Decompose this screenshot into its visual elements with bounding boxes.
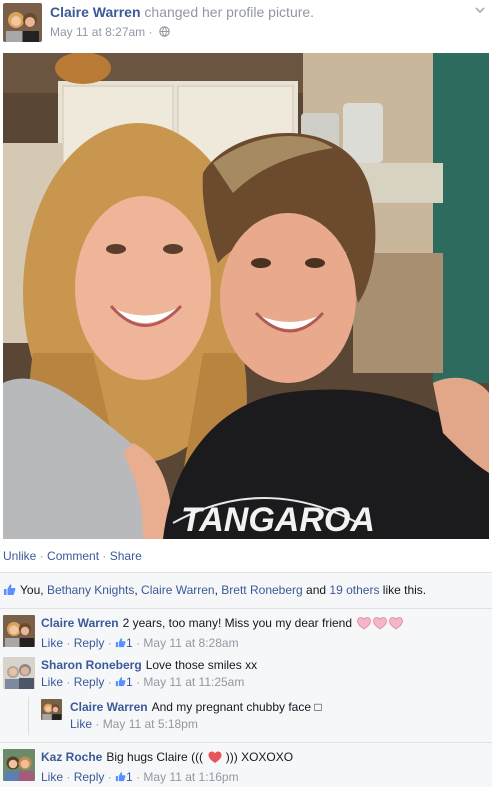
commenter-avatar[interactable] (3, 615, 35, 647)
likes-others-link[interactable]: 19 others (329, 583, 379, 597)
reply-thread-line (28, 697, 29, 735)
likes-suffix: like this. (382, 583, 427, 597)
comment-time[interactable]: May 11 at 8:28am (143, 636, 238, 650)
commenter-avatar[interactable] (3, 749, 35, 781)
comment-time[interactable]: May 11 at 5:18pm (103, 717, 198, 731)
heart-icon (208, 751, 222, 769)
commenter-name[interactable]: Claire Warren (41, 616, 119, 630)
comment-like-link[interactable]: Like (41, 636, 63, 650)
thumbs-up-icon (115, 772, 126, 782)
profile-photo[interactable]: TANGAROA (3, 53, 489, 539)
comment-like-link[interactable]: Like (41, 675, 63, 689)
thumbs-up-icon (115, 638, 126, 648)
thumbs-up-icon (3, 583, 16, 599)
comment-meta: Like · May 11 at 5:18pm (70, 717, 198, 731)
divider (0, 742, 492, 743)
comment-time[interactable]: May 11 at 11:25am (143, 675, 244, 689)
author-name[interactable]: Claire Warren (50, 4, 141, 20)
chevron-down-icon[interactable] (474, 4, 486, 16)
facebook-post: Claire Warren changed her profile pictur… (0, 0, 492, 787)
feedback-area: You, Bethany Knights, Claire Warren, Bre… (0, 572, 492, 787)
likes-you: You, (20, 583, 44, 597)
comment-meta: Like · Reply · 1 · May 11 at 1:16pm (41, 770, 239, 784)
globe-icon[interactable] (159, 26, 170, 40)
commenter-name[interactable]: Claire Warren (70, 700, 148, 714)
comment-like-link[interactable]: Like (41, 770, 63, 784)
post-actions: Unlike · Comment · Share (3, 549, 142, 563)
author-avatar[interactable] (3, 3, 42, 42)
comment-meta: Like · Reply · 1 · May 11 at 8:28am (41, 636, 239, 650)
comment-meta: Like · Reply · 1 · May 11 at 11:25am (41, 675, 245, 689)
liker-bethany-knights[interactable]: Bethany Knights (47, 583, 134, 597)
comment-like-count[interactable]: 1 (115, 636, 133, 650)
comment-text: 2 years, too many! Miss you my dear frie… (122, 616, 353, 630)
likes-and: and (306, 583, 327, 597)
comment-like-link[interactable]: Like (70, 717, 92, 731)
comment-text-start: Big hugs Claire ((( (106, 750, 204, 764)
divider (0, 608, 492, 609)
commenter-avatar[interactable] (41, 699, 62, 720)
post-meta: May 11 at 8:27am · (50, 25, 170, 40)
comment-link[interactable]: Comment (47, 549, 99, 563)
comment-like-count[interactable]: 1 (115, 675, 133, 689)
comment-reply-link[interactable]: Reply (74, 636, 105, 650)
post-action-text: changed her profile picture. (144, 4, 315, 20)
comment-time[interactable]: May 11 at 1:16pm (143, 770, 238, 784)
comment-text: Love those smiles xx (145, 658, 258, 672)
unlike-link[interactable]: Unlike (3, 549, 36, 563)
liker-claire-warren[interactable]: Claire Warren (141, 583, 215, 597)
likes-summary: You, Bethany Knights, Claire Warren, Bre… (3, 583, 426, 599)
commenter-name[interactable]: Kaz Roche (41, 750, 102, 764)
post-title-line: Claire Warren changed her profile pictur… (50, 4, 314, 20)
heart-icon (357, 617, 372, 635)
heart-icon (389, 617, 404, 635)
comment-reply-link[interactable]: Reply (74, 770, 105, 784)
heart-icon (373, 617, 388, 635)
thumbs-up-icon (115, 677, 126, 687)
post-header: Claire Warren changed her profile pictur… (0, 0, 492, 48)
comment-like-count[interactable]: 1 (115, 770, 133, 784)
share-link[interactable]: Share (110, 549, 142, 563)
commenter-avatar[interactable] (3, 657, 35, 689)
liker-brett-roneberg[interactable]: Brett Roneberg (221, 583, 302, 597)
shirt-text: TANGAROA (181, 501, 375, 539)
post-timestamp[interactable]: May 11 at 8:27am (50, 25, 145, 39)
comment-reply-link[interactable]: Reply (74, 675, 105, 689)
comment-text-end: ))) XOXOXO (225, 750, 294, 764)
emoji-placeholder: □ (314, 700, 322, 714)
comment-text: And my pregnant chubby face (151, 700, 312, 714)
commenter-name[interactable]: Sharon Roneberg (41, 658, 142, 672)
